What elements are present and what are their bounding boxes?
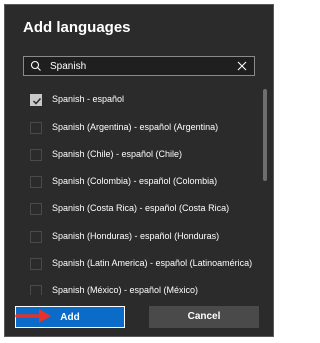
cancel-button[interactable]: Cancel	[149, 306, 259, 328]
checkbox[interactable]	[30, 231, 42, 243]
list-item-label: Spanish (Colombia) - español (Colombia)	[52, 176, 218, 186]
list-item-label: Spanish (Honduras) - español (Honduras)	[52, 231, 220, 241]
close-icon[interactable]	[236, 60, 248, 72]
list-item[interactable]: Spanish (Honduras) - español (Honduras)	[23, 226, 248, 250]
checkmark-icon	[32, 97, 42, 105]
list-item[interactable]: Spanish (Argentina) - español (Argentina…	[23, 117, 248, 141]
search-box[interactable]	[23, 56, 255, 76]
checkbox[interactable]	[30, 122, 42, 134]
list-item-label: Spanish - español	[52, 94, 125, 104]
list-item-label: Spanish (México) - español (México)	[52, 285, 199, 295]
list-item[interactable]: Spanish (Colombia) - español (Colombia)	[23, 171, 248, 195]
list-item-label: Spanish (Costa Rica) - español (Costa Ri…	[52, 203, 230, 213]
dialog-title: Add languages	[23, 19, 131, 36]
checkbox[interactable]	[30, 149, 42, 161]
search-input[interactable]	[50, 57, 230, 75]
checkbox[interactable]	[30, 94, 42, 106]
arrow-right-icon	[15, 309, 51, 323]
list-item-label: Spanish (Chile) - español (Chile)	[52, 149, 183, 159]
language-list: Spanish - español Spanish (Argentina) - …	[23, 87, 255, 295]
list-item[interactable]: Spanish (Chile) - español (Chile)	[23, 144, 248, 168]
checkbox[interactable]	[30, 203, 42, 215]
list-item[interactable]: Spanish (Latin America) - español (Latin…	[23, 253, 252, 277]
list-item[interactable]: Spanish (México) - español (México)	[23, 280, 248, 295]
checkbox[interactable]	[30, 258, 42, 270]
checkbox[interactable]	[30, 285, 42, 295]
add-languages-dialog: Add languages Spanish - español Spanish …	[4, 4, 274, 337]
scrollbar-thumb[interactable]	[263, 89, 267, 181]
list-item-label: Spanish (Argentina) - español (Argentina…	[52, 122, 219, 132]
list-item[interactable]: Spanish (Costa Rica) - español (Costa Ri…	[23, 198, 248, 222]
checkbox[interactable]	[30, 176, 42, 188]
list-item[interactable]: Spanish - español	[23, 89, 248, 113]
search-icon	[30, 60, 41, 71]
list-item-label: Spanish (Latin America) - español (Latin…	[52, 258, 253, 268]
